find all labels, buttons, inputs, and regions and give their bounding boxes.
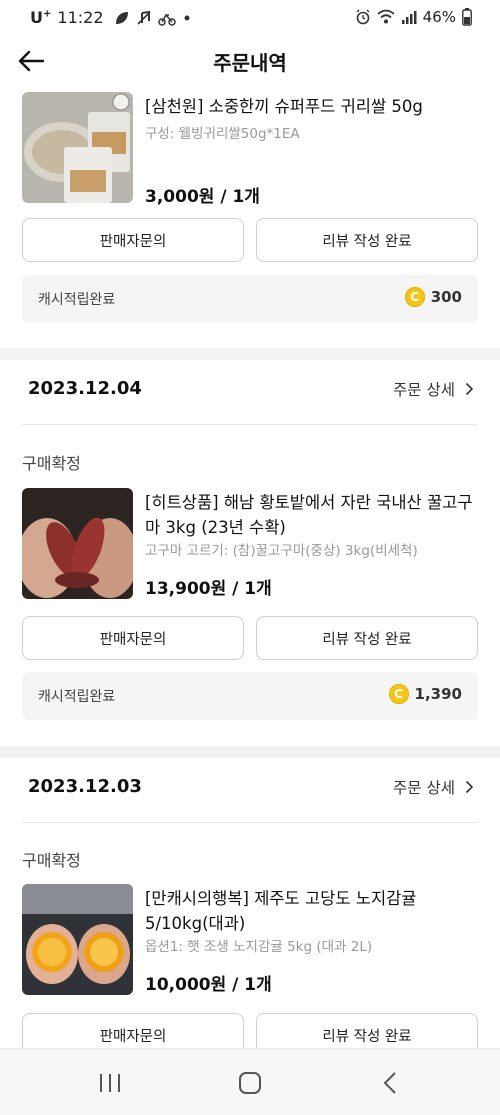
product-image-oat-rice[interactable]	[22, 92, 133, 203]
product-option: 구성: 웰빙귀리쌀50g*1EA	[145, 126, 300, 142]
order-list[interactable]: [삼천원] 소중한끼 슈퍼푸드 귀리쌀 50g 구성: 웰빙귀리쌀50g*1EA…	[0, 86, 500, 1048]
order-item[interactable]: [만캐시의행복] 제주도 고당도 노지감귤 5/10kg(대과) 옵션1: 햇 …	[22, 884, 478, 996]
cash-reward-amount: C 1,390	[388, 684, 462, 704]
back-icon	[383, 1072, 396, 1094]
recents-icon	[100, 1074, 120, 1092]
seller-inquiry-button[interactable]: 판매자문의	[22, 1013, 244, 1048]
leaf-icon	[115, 11, 128, 24]
no-music-icon	[136, 10, 151, 25]
wifi-icon	[377, 9, 395, 24]
page-title: 주문내역	[213, 51, 287, 75]
order-detail-link[interactable]: 주문 상세	[393, 776, 474, 798]
cash-reward-amount: C 300	[404, 287, 462, 307]
cash-reward-label: 캐시적립완료	[38, 292, 116, 308]
order-date: 2023.12.03	[28, 776, 142, 797]
order-item[interactable]: [히트상품] 해남 황토밭에서 자란 국내산 꿀고구마 3kg (23년 수확)…	[22, 488, 478, 600]
app-header: 주문내역	[0, 36, 500, 86]
signal-icon	[401, 11, 417, 24]
battery-percent: 46%	[422, 8, 456, 26]
seller-inquiry-button[interactable]: 판매자문의	[22, 218, 244, 262]
dot-icon	[184, 15, 189, 20]
review-done-button[interactable]: 리뷰 작성 완료	[256, 218, 478, 262]
order-actions: 판매자문의 리뷰 작성 완료	[22, 1013, 478, 1048]
product-image-tangerine[interactable]	[22, 884, 133, 995]
order-date: 2023.12.04	[28, 378, 142, 399]
coin-icon: C	[388, 684, 409, 704]
bike-icon	[157, 13, 176, 26]
order-actions: 판매자문의 리뷰 작성 완료	[22, 218, 478, 262]
divider	[22, 424, 478, 425]
product-price: 3,000원 / 1개	[145, 187, 260, 207]
nav-back-button[interactable]	[370, 1067, 410, 1099]
system-nav-bar	[0, 1048, 500, 1115]
product-image-sweet-potato[interactable]	[22, 488, 133, 599]
product-title[interactable]: [삼천원] 소중한끼 슈퍼푸드 귀리쌀 50g	[145, 94, 478, 119]
chevron-right-icon	[465, 382, 474, 396]
order-actions: 판매자문의 리뷰 작성 완료	[22, 616, 478, 660]
product-title[interactable]: [히트상품] 해남 황토밭에서 자란 국내산 꿀고구마 3kg (23년 수확)	[145, 490, 478, 540]
product-option: 고구마 고르기: (참)꿀고구마(중상) 3kg(비세척)	[145, 543, 418, 559]
status-bar: U+ 11:22 46%	[0, 0, 500, 36]
chevron-right-icon	[465, 780, 474, 794]
order-header: 2023.12.03 주문 상세	[0, 758, 500, 818]
order-status: 구매확정	[22, 454, 81, 473]
home-icon	[239, 1072, 261, 1094]
order-item[interactable]: [삼천원] 소중한끼 슈퍼푸드 귀리쌀 50g 구성: 웰빙귀리쌀50g*1EA…	[22, 92, 478, 207]
clock: 11:22	[57, 8, 104, 27]
coin-icon: C	[404, 287, 425, 307]
cash-reward-box: 캐시적립완료 C 300	[22, 275, 478, 323]
section-separator	[0, 348, 500, 360]
recents-button[interactable]	[90, 1067, 130, 1099]
order-status: 구매확정	[22, 851, 81, 870]
product-option: 옵션1: 햇 조생 노지감귤 5kg (대과 2L)	[145, 939, 373, 955]
divider	[22, 822, 478, 823]
cash-reward-label: 캐시적립완료	[38, 689, 116, 705]
product-title[interactable]: [만캐시의행복] 제주도 고당도 노지감귤 5/10kg(대과)	[145, 886, 478, 936]
battery-icon	[462, 8, 472, 26]
home-button[interactable]	[230, 1067, 270, 1099]
product-price: 13,900원 / 1개	[145, 579, 272, 599]
cash-reward-box: 캐시적립완료 C 1,390	[22, 672, 478, 720]
product-price: 10,000원 / 1개	[145, 975, 272, 995]
alarm-icon	[356, 9, 370, 25]
order-header: 2023.12.04 주문 상세	[0, 360, 500, 420]
seller-inquiry-button[interactable]: 판매자문의	[22, 616, 244, 660]
section-separator	[0, 746, 500, 758]
review-done-button[interactable]: 리뷰 작성 완료	[256, 1013, 478, 1048]
review-done-button[interactable]: 리뷰 작성 완료	[256, 616, 478, 660]
carrier: U+	[30, 8, 52, 27]
order-detail-link[interactable]: 주문 상세	[393, 378, 474, 400]
